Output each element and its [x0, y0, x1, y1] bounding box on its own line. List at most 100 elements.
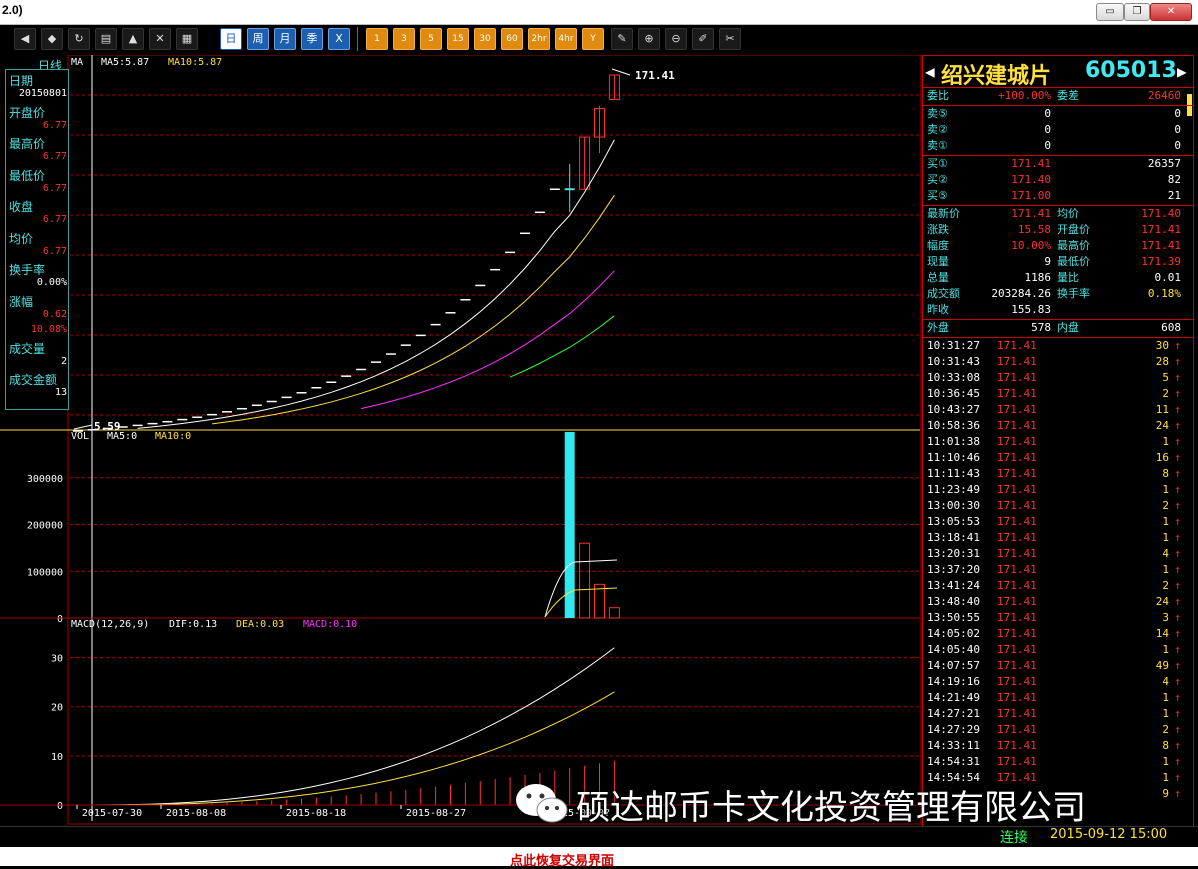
- chart-icon[interactable]: ▲: [122, 28, 144, 50]
- tick-volume: 16: [1155, 451, 1169, 464]
- restore-trade-strip[interactable]: 点此恢复交易界面: [0, 847, 1198, 869]
- zoom-in-icon[interactable]: ⊕: [638, 28, 660, 50]
- kline-chart[interactable]: 0 100000 200000 300000 0 10 20 30 2015-07-30 2015…: [0, 55, 922, 826]
- ma10-label: MA10:5.87: [168, 57, 223, 68]
- weicha-value: 26460: [1147, 89, 1181, 102]
- period-button-1[interactable]: 周: [247, 28, 269, 50]
- vol-ma5-label: MA5:0: [107, 431, 138, 442]
- tick-volume: 1: [1162, 483, 1169, 496]
- macd-tick-label: 10: [51, 752, 63, 763]
- timeframe-button-3[interactable]: 15: [447, 28, 469, 50]
- period-button-4[interactable]: X: [328, 28, 350, 50]
- stat-label: 均价: [1057, 207, 1079, 220]
- tick-row: 14:05:40 171.41 1 ↑: [923, 642, 1185, 658]
- stat-value: 0.01: [1154, 271, 1182, 284]
- tick-time: 10:58:36: [927, 419, 980, 432]
- waipan-row: 外盘 578 内盘 608: [923, 320, 1185, 336]
- timeframe-button-6[interactable]: 2hr: [528, 28, 550, 50]
- stat-value: 155.83: [1011, 303, 1051, 316]
- tick-arrow-icon: ↑: [1174, 755, 1181, 768]
- tick-arrow-icon: ↑: [1174, 627, 1181, 640]
- table-icon[interactable]: ▦: [176, 28, 198, 50]
- buy-label: 买①: [927, 157, 948, 170]
- timeframe-button-5[interactable]: 60: [501, 28, 523, 50]
- tick-time: 14:07:57: [927, 659, 980, 672]
- tick-volume: 1: [1162, 531, 1169, 544]
- info-label: 日期: [9, 74, 34, 88]
- period-button-2[interactable]: 月: [274, 28, 296, 50]
- tick-price: 171.41: [997, 371, 1037, 384]
- tick-row: 13:41:24 171.41 2 ↑: [923, 578, 1185, 594]
- back-icon[interactable]: ◀: [14, 28, 36, 50]
- tick-price: 171.41: [997, 547, 1037, 560]
- tick-time: 11:11:43: [927, 467, 980, 480]
- tick-arrow-icon: ↑: [1174, 787, 1181, 800]
- info-label: 收盘: [9, 200, 34, 214]
- refresh-icon[interactable]: ↻: [68, 28, 90, 50]
- tick-time: 13:48:40: [927, 595, 980, 608]
- buy-label: 买②: [927, 173, 948, 186]
- period-button-0[interactable]: 日: [220, 28, 242, 50]
- clipboard-icon[interactable]: ▤: [95, 28, 117, 50]
- next-stock-icon[interactable]: ▶: [1177, 62, 1187, 81]
- tick-price: 171.41: [997, 643, 1037, 656]
- timeframe-button-4[interactable]: 30: [474, 28, 496, 50]
- tick-row: 14:21:49 171.41 1 ↑: [923, 690, 1185, 706]
- info-value: 6.77: [42, 182, 67, 194]
- minimize-button[interactable]: ▭: [1096, 3, 1124, 21]
- restore-trade-link[interactable]: 点此恢复交易界面: [510, 850, 614, 869]
- tick-arrow-icon: ↑: [1174, 403, 1181, 416]
- tick-row: 13:50:55 171.41 3 ↑: [923, 610, 1185, 626]
- tick-price: 171.41: [997, 403, 1037, 416]
- sell-volume: 0: [1174, 123, 1181, 136]
- tick-price: 171.41: [997, 595, 1037, 608]
- tick-time: 14:05:40: [927, 643, 980, 656]
- volume-bar: [608, 607, 620, 619]
- stat-row: 最新价 171.41 均价 171.40: [923, 206, 1185, 222]
- tick-volume: 30: [1155, 339, 1169, 352]
- timeframe-button-7[interactable]: 4hr: [555, 28, 577, 50]
- tick-arrow-icon: ↑: [1174, 339, 1181, 352]
- stat-value: 171.39: [1141, 255, 1181, 268]
- tick-time: 13:18:41: [927, 531, 980, 544]
- buy-volume: 21: [1167, 189, 1181, 202]
- tick-volume: 8: [1162, 739, 1169, 752]
- prev-stock-icon[interactable]: ◀: [925, 62, 935, 81]
- maximize-button[interactable]: ❐: [1124, 3, 1150, 21]
- close-button[interactable]: ✕: [1150, 3, 1192, 21]
- zoom-out-icon[interactable]: ⊖: [665, 28, 687, 50]
- tick-price: 171.41: [997, 675, 1037, 688]
- stat-label: 幅度: [927, 239, 949, 252]
- period-button-3[interactable]: 季: [301, 28, 323, 50]
- tick-arrow-icon: ↑: [1174, 355, 1181, 368]
- edit-icon[interactable]: ✎: [611, 28, 633, 50]
- crosshair-chart-icon[interactable]: ✕: [149, 28, 171, 50]
- tick-arrow-icon: ↑: [1174, 643, 1181, 656]
- timeframe-button-2[interactable]: 5: [420, 28, 442, 50]
- timeframe-button-8[interactable]: Y: [582, 28, 604, 50]
- stat-label: 最新价: [927, 207, 960, 220]
- tools-icon[interactable]: ✂: [719, 28, 741, 50]
- macd-label: MACD(12,26,9): [71, 619, 150, 630]
- timeframe-button-1[interactable]: 3: [393, 28, 415, 50]
- sell-label: 卖①: [927, 139, 948, 152]
- macd-tick-label: 20: [51, 703, 63, 714]
- tick-arrow-icon: ↑: [1174, 707, 1181, 720]
- sell-label: 卖②: [927, 123, 948, 136]
- tick-arrow-icon: ↑: [1174, 515, 1181, 528]
- stat-label: 换手率: [1057, 287, 1090, 300]
- tick-price: 171.41: [997, 627, 1037, 640]
- tick-price: 171.41: [997, 707, 1037, 720]
- tick-row: 13:37:20 171.41 1 ↑: [923, 562, 1185, 578]
- tick-price: 171.41: [997, 483, 1037, 496]
- timeframe-button-0[interactable]: 1: [366, 28, 388, 50]
- pencil-icon[interactable]: ✐: [692, 28, 714, 50]
- volume-tick-label: 300000: [27, 474, 63, 485]
- cube-icon[interactable]: ◆: [41, 28, 63, 50]
- stat-row: 昨收 155.83: [923, 302, 1185, 318]
- tick-price: 171.41: [997, 339, 1037, 352]
- tick-row: 14:05:02 171.41 14 ↑: [923, 626, 1185, 642]
- tick-price: 171.41: [997, 499, 1037, 512]
- tick-arrow-icon: ↑: [1174, 547, 1181, 560]
- tick-volume: 28: [1155, 355, 1169, 368]
